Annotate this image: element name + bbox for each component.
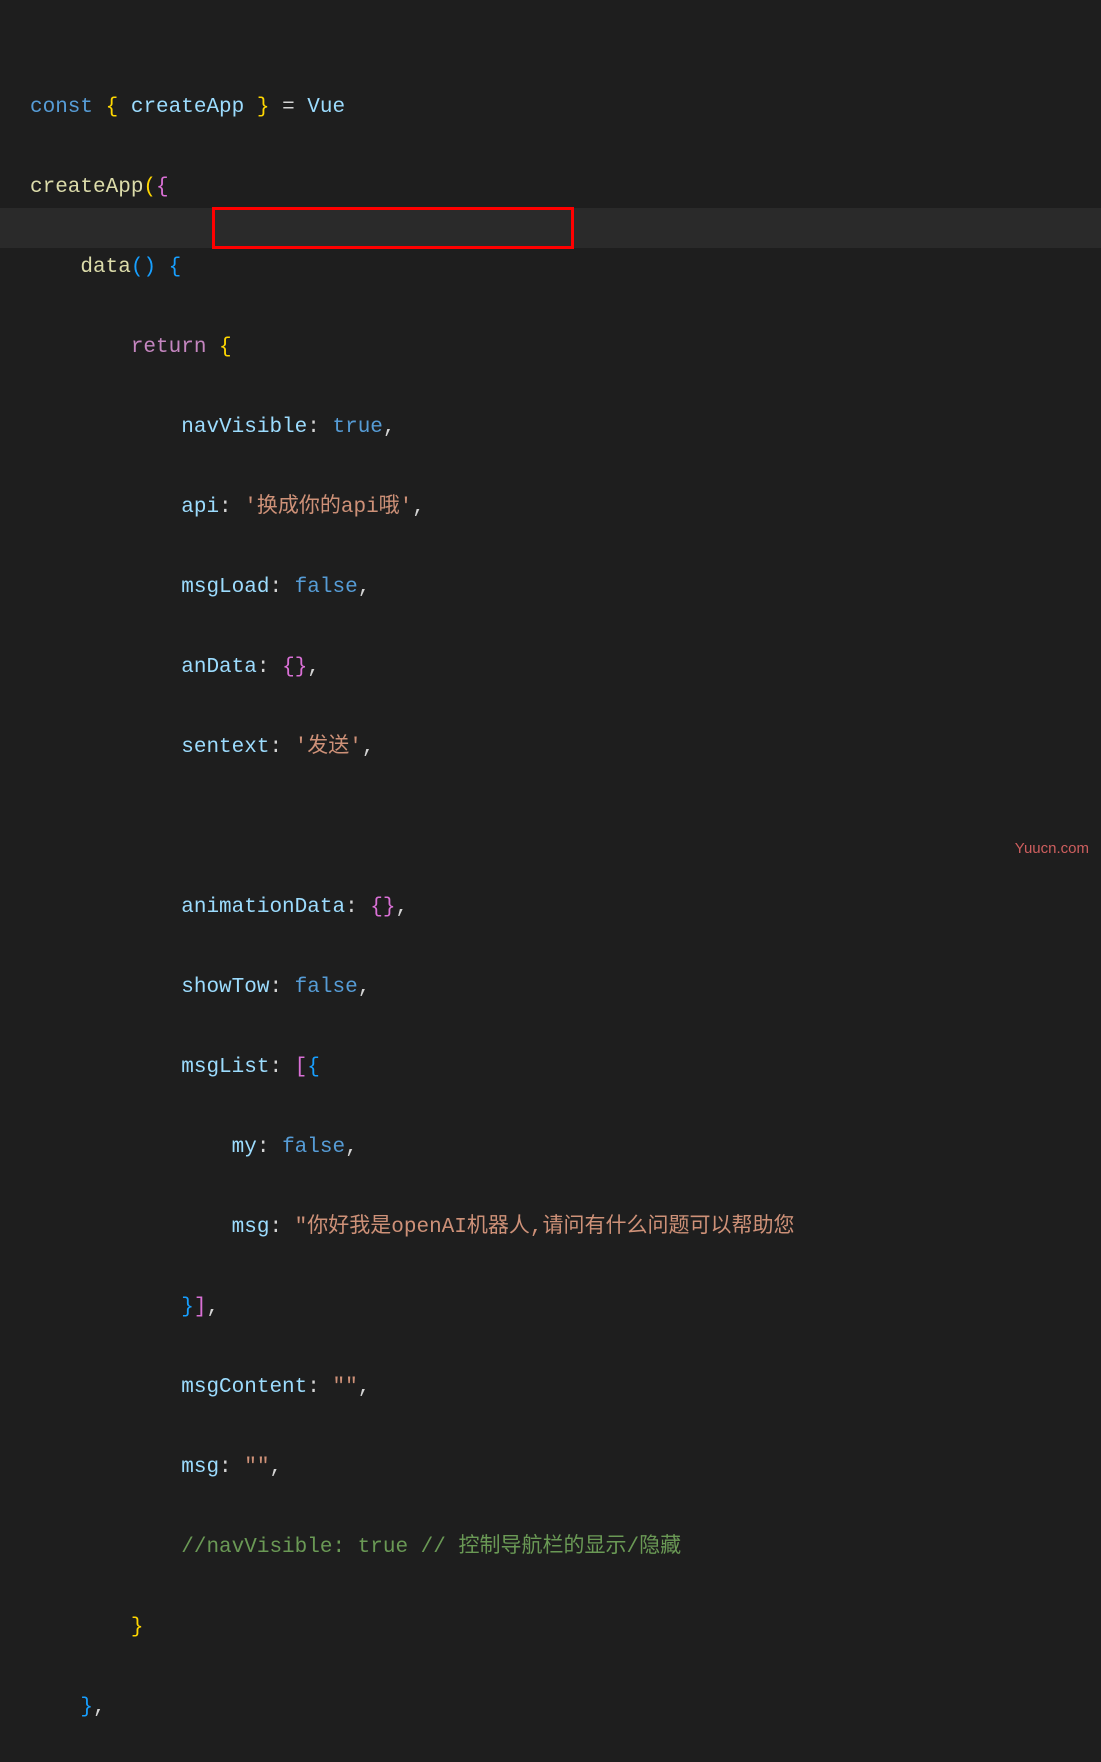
code-line: msgContent: "", xyxy=(30,1368,1101,1408)
code-line: msg: "", xyxy=(30,1448,1101,1488)
code-line: navVisible: true, xyxy=(30,408,1101,448)
code-line: msgLoad: false, xyxy=(30,568,1101,608)
code-line: } xyxy=(30,1608,1101,1648)
code-line-comment: //navVisible: true // 控制导航栏的显示/隐藏 xyxy=(30,1528,1101,1568)
code-line: }], xyxy=(30,1288,1101,1328)
code-line: my: false, xyxy=(30,1128,1101,1168)
watermark-text: Yuucn.com xyxy=(1015,829,1089,869)
code-line: animationData: {}, xyxy=(30,888,1101,928)
code-line: showTow: false, xyxy=(30,968,1101,1008)
code-line: msgList: [{ xyxy=(30,1048,1101,1088)
code-line: sentext: '发送', xyxy=(30,728,1101,768)
code-line: const { createApp } = Vue xyxy=(30,88,1101,128)
current-line-highlight xyxy=(0,208,1101,248)
code-line-highlighted: api: '换成你的api哦', xyxy=(30,488,1101,528)
code-editor[interactable]: const { createApp } = Vue createApp({ da… xyxy=(0,0,1101,1762)
code-line: anData: {}, xyxy=(30,648,1101,688)
code-line: }, xyxy=(30,1688,1101,1728)
code-line: return { xyxy=(30,328,1101,368)
code-line: createApp({ xyxy=(30,168,1101,208)
code-line: data() { xyxy=(30,248,1101,288)
code-line: msg: "你好我是openAI机器人,请问有什么问题可以帮助您 xyxy=(30,1208,1101,1248)
code-line-blank xyxy=(30,808,1101,848)
